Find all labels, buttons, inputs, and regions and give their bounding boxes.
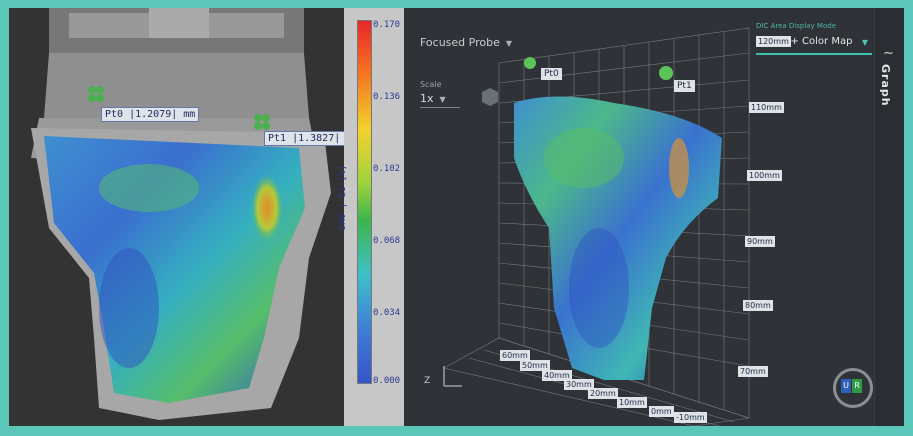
axis-tick-right: 120mm: [756, 36, 791, 47]
camera-image-panel[interactable]: Pt0 |1.2079| mm Pt1 |1.3827| mm: [9, 8, 344, 426]
graph-tab-label: Graph: [879, 64, 892, 107]
probe-tag-pt0: Pt0 |1.2079| mm: [101, 107, 200, 122]
colorbar-tick: 0.034: [373, 308, 401, 318]
graph-sidebar-tab[interactable]: ∼ Graph: [874, 8, 904, 426]
axis-indicator-z: Z: [424, 376, 431, 386]
chevron-down-icon: ▼: [861, 38, 868, 47]
axis-tick-right: 70mm: [738, 366, 768, 377]
colorbar-tick: 0.068: [373, 236, 401, 246]
axis-tick-right: 80mm: [743, 300, 773, 311]
scale-caption: Scale: [420, 80, 442, 89]
axis-tick-right: 100mm: [747, 170, 782, 181]
3d-view-panel[interactable]: Focused Probe ▼ Scale 1x ▼ DIC Area Displa…: [404, 8, 874, 426]
colorbar-tick: 0.000: [373, 376, 401, 386]
app-frame: Pt0 |1.2079| mm Pt1 |1.3827| mm 0.170 0.…: [9, 8, 904, 426]
axis-tick-bottom: 10mm: [617, 397, 647, 408]
probe-sphere-pt0: [524, 57, 536, 69]
probe-tag-pt1: Pt1 |1.3827| mm: [264, 131, 344, 146]
axis-tick-bottom: 0mm: [649, 406, 674, 417]
axis-tick-bottom: -10mm: [674, 412, 707, 423]
chevron-down-icon: ▼: [439, 95, 446, 104]
display-mode-caption: DIC Area Display Mode: [756, 22, 837, 30]
probe-sphere-pt1: [659, 66, 673, 80]
scale-value: 1x: [420, 92, 434, 105]
point-label-pt0: Pt0: [541, 68, 562, 80]
orientation-cube[interactable]: U R: [833, 368, 873, 408]
axis-tick-right: 110mm: [749, 102, 784, 113]
camera-image-svg: [9, 8, 344, 426]
colorbar-tick: 0.170: [373, 20, 401, 30]
focused-probe-label: Focused Probe: [420, 36, 500, 49]
axis-tick-bottom: 20mm: [588, 388, 618, 399]
axis-tick-right: 90mm: [745, 236, 775, 247]
orientation-face-r: R: [852, 379, 862, 393]
chevron-down-icon: ▼: [505, 39, 513, 48]
wave-icon: ∼: [883, 46, 894, 61]
view-reset-icon: [482, 88, 498, 106]
orientation-face-u: U: [841, 379, 851, 393]
colorbar-gradient: [357, 20, 372, 384]
colorbar-tick: 0.102: [373, 164, 401, 174]
colorbar-label: DA0 | E1 [%]: [338, 164, 348, 230]
point-label-pt1: Pt1: [674, 80, 695, 92]
colorbar-panel: 0.170 0.136 0.102 0.068 0.034 0.000 DA0 …: [338, 8, 404, 426]
focused-probe-select[interactable]: Focused Probe ▼: [420, 36, 512, 49]
scale-select[interactable]: 1x ▼: [420, 92, 460, 108]
colorbar-tick: 0.136: [373, 92, 401, 102]
3d-scene-svg: [443, 27, 750, 426]
